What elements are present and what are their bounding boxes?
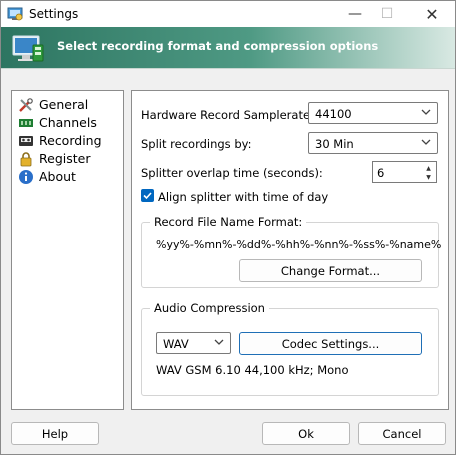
minimize-button[interactable]: —	[338, 1, 372, 27]
codec-info-text: WAV GSM 6.10 44,100 kHz; Mono	[156, 363, 349, 377]
settings-app-icon	[7, 7, 23, 21]
monitor-settings-icon	[12, 35, 44, 62]
settings-window: Settings — ☐ ✕ Select recording format a…	[0, 0, 456, 455]
tools-icon	[17, 97, 34, 113]
tape-icon	[17, 133, 34, 149]
audio-compression-group: Audio Compression WAV Codec Settings... …	[141, 301, 439, 396]
overlap-spinner[interactable]: 6 ▲ ▼	[372, 161, 437, 183]
align-checkbox[interactable]	[141, 189, 154, 202]
checkmark-icon	[143, 192, 152, 200]
close-button[interactable]: ✕	[415, 1, 449, 27]
chevron-down-icon	[421, 109, 431, 115]
ok-button[interactable]: Ok	[262, 422, 350, 445]
sidebar-item-channels[interactable]: Channels	[17, 114, 97, 131]
filename-format-group: Record File Name Format: %yy%-%mn%-%dd%-…	[141, 215, 442, 288]
channels-icon	[17, 115, 34, 131]
sidebar-item-label: General	[39, 97, 89, 112]
overlap-value: 6	[377, 166, 385, 180]
samplerate-select[interactable]: 44100	[308, 102, 438, 124]
sidebar-item-general[interactable]: General	[17, 96, 88, 113]
minimize-icon: —	[348, 6, 362, 22]
cancel-button[interactable]: Cancel	[358, 422, 446, 445]
help-button[interactable]: Help	[11, 422, 99, 445]
split-select[interactable]: 30 Min	[308, 132, 438, 154]
audio-group-title: Audio Compression	[150, 301, 269, 315]
split-label: Split recordings by:	[141, 137, 252, 151]
sidebar-item-label: About	[39, 169, 76, 184]
codec-settings-button[interactable]: Codec Settings...	[239, 332, 422, 355]
chevron-down-icon	[214, 339, 224, 345]
change-format-button[interactable]: Change Format...	[239, 259, 422, 282]
sidebar-item-recording[interactable]: Recording	[17, 132, 102, 149]
chevron-down-icon	[421, 139, 431, 145]
samplerate-label: Hardware Record Samplerate:	[141, 108, 314, 122]
maximize-icon: ☐	[380, 6, 394, 22]
sidebar-item-label: Register	[39, 151, 91, 166]
compression-select[interactable]: WAV	[156, 332, 231, 354]
spin-down-button[interactable]: ▼	[422, 172, 435, 182]
window-title: Settings	[29, 7, 79, 21]
maximize-button[interactable]: ☐	[370, 1, 404, 27]
recording-settings-panel: Hardware Record Samplerate: 44100 Split …	[131, 90, 449, 410]
close-icon: ✕	[425, 4, 439, 24]
category-tree[interactable]: General Channels Recording Register Abou…	[11, 90, 124, 410]
overlap-label: Splitter overlap time (seconds):	[141, 166, 323, 180]
banner-divider	[1, 68, 455, 69]
sidebar-item-register[interactable]: Register	[17, 150, 90, 167]
banner-title: Select recording format and compression …	[57, 39, 379, 53]
filename-format-text: %yy%-%mn%-%dd%-%hh%-%nn%-%ss%-%name%	[156, 238, 442, 251]
filename-group-title: Record File Name Format:	[150, 215, 307, 229]
sidebar-item-about[interactable]: About	[17, 168, 76, 185]
lock-icon	[17, 151, 34, 167]
sidebar-item-label: Recording	[39, 133, 102, 148]
align-label: Align splitter with time of day	[158, 190, 329, 204]
title-bar[interactable]: Settings — ☐ ✕	[1, 1, 455, 27]
info-icon	[17, 169, 34, 185]
header-banner: Select recording format and compression …	[1, 27, 455, 68]
sidebar-item-label: Channels	[39, 115, 97, 130]
